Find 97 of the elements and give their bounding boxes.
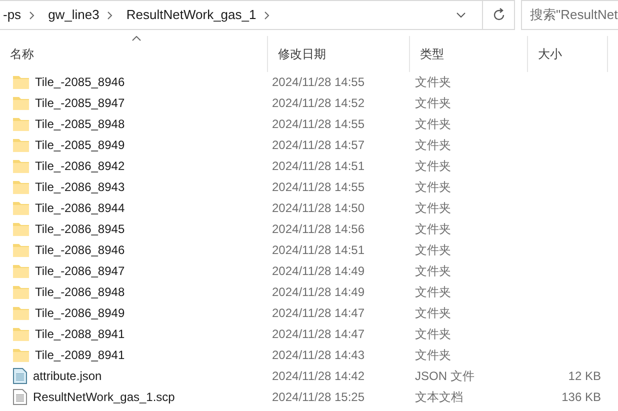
folder-icon [13,200,29,214]
modified-date: 2024/11/28 14:57 [271,136,366,154]
file-name: Tile_-2086_8946 [35,242,125,258]
file-row[interactable]: attribute.json 2024/11/28 14:42 JSON 文件 12 KB [0,365,618,386]
file-name: Tile_-2085_8946 [35,74,125,90]
modified-date: 2024/11/28 14:42 [271,368,366,384]
file-row[interactable]: Tile_-2086_8946 2024/11/28 14:51 文件夹 [0,239,618,260]
file-type: 文件夹 [414,136,452,154]
file-name: Tile_-2086_8942 [35,158,125,174]
file-name: Tile_-2088_8941 [35,326,125,342]
file-row[interactable]: ResultNetWork_gas_1.scp 2024/11/28 15:25 文本文档 136 KB [0,386,618,407]
modified-date: 2024/11/28 14:49 [271,284,366,300]
file-row[interactable]: Tile_-2088_8941 2024/11/28 14:47 文件夹 [0,323,618,344]
file-name: Tile_-2086_8945 [35,220,125,238]
modified-date: 2024/11/28 14:56 [271,220,366,238]
refresh-icon [492,8,506,22]
folder-icon [13,306,29,320]
folder-icon [13,284,29,298]
folder-icon [13,222,29,236]
modified-date: 2024/11/28 14:55 [271,178,366,196]
file-row[interactable]: Tile_-2085_8949 2024/11/28 14:57 文件夹 [0,134,618,155]
file-type: 文件夹 [414,304,452,322]
column-header[interactable]: 大小 [528,36,608,72]
search-field[interactable]: 搜索"ResultNet [521,0,618,30]
file-row[interactable]: Tile_-2089_8941 2024/11/28 14:43 文件夹 [0,344,618,365]
file-row[interactable]: Tile_-2086_8947 2024/11/28 14:49 文件夹 [0,260,618,281]
modified-date: 2024/11/28 14:55 [271,74,366,90]
breadcrumb[interactable]: ResultNetWork_gas_1 [123,5,264,25]
modified-date: 2024/11/28 14:50 [271,200,366,216]
chevron-down-icon[interactable] [456,12,466,18]
file-type: JSON 文件 [414,368,476,384]
file-type: 文件夹 [414,116,452,132]
modified-date: 2024/11/28 14:43 [271,346,366,364]
file-row[interactable]: Tile_-2086_8949 2024/11/28 14:47 文件夹 [0,302,618,323]
file-row[interactable]: Tile_-2086_8942 2024/11/28 14:51 文件夹 [0,155,618,176]
file-row[interactable]: Tile_-2085_8947 2024/11/28 14:52 文件夹 [0,92,618,113]
folder-icon [13,264,29,278]
breadcrumb[interactable]: gw_line3 [45,5,108,25]
document-icon [13,388,27,404]
chevron-right-icon [107,10,114,20]
refresh-button[interactable] [483,0,515,30]
chevron-right-icon [264,10,270,20]
file-name: Tile_-2089_8941 [35,346,125,364]
column-header[interactable]: 名称 [0,36,268,72]
folder-icon [13,348,29,362]
file-type: 文件夹 [414,74,452,90]
file-type: 文件夹 [414,262,452,280]
file-type: 文本文档 [414,388,464,406]
file-row[interactable]: Tile_-2086_8944 2024/11/28 14:50 文件夹 [0,197,618,218]
file-name: Tile_-2086_8944 [35,200,125,216]
file-type: 文件夹 [414,346,452,364]
document-icon [13,368,27,384]
modified-date: 2024/11/28 14:51 [271,242,366,258]
folder-icon [13,138,29,152]
file-type: 文件夹 [414,326,452,342]
file-type: 文件夹 [414,178,452,196]
breadcrumb[interactable]: -ps [0,5,30,25]
folder-icon [13,158,29,172]
file-name: Tile_-2086_8948 [35,284,125,300]
modified-date: 2024/11/28 14:52 [271,94,366,112]
folder-icon [13,74,29,88]
file-type: 文件夹 [414,242,452,258]
chevron-right-icon [29,10,36,20]
file-name: Tile_-2086_8943 [35,178,125,196]
file-row[interactable]: Tile_-2085_8946 2024/11/28 14:55 文件夹 [0,71,618,92]
file-type: 文件夹 [414,158,452,174]
address-bar[interactable]: -ps gw_line3 ResultNetWork_gas_1 [0,0,483,30]
file-name: attribute.json [33,368,102,384]
folder-icon [13,326,29,340]
folder-icon [13,180,29,194]
modified-date: 2024/11/28 14:55 [271,116,366,132]
file-row[interactable]: Tile_-2086_8945 2024/11/28 14:56 文件夹 [0,218,618,239]
file-size: 12 KB [568,368,601,384]
file-type: 文件夹 [414,94,452,112]
folder-icon [13,96,29,110]
file-name: ResultNetWork_gas_1.scp [33,388,175,406]
file-name: Tile_-2086_8947 [35,262,125,280]
file-name: Tile_-2085_8949 [35,136,125,154]
file-row[interactable]: Tile_-2085_8948 2024/11/28 14:55 文件夹 [0,113,618,134]
modified-date: 2024/11/28 15:25 [271,388,366,406]
file-type: 文件夹 [414,220,452,238]
file-row[interactable]: Tile_-2086_8948 2024/11/28 14:49 文件夹 [0,281,618,302]
column-header[interactable]: 修改日期 [268,36,410,72]
file-name: Tile_-2085_8948 [35,116,125,132]
modified-date: 2024/11/28 14:51 [271,158,366,174]
modified-date: 2024/11/28 14:47 [271,326,366,342]
column-header[interactable]: 类型 [410,36,528,72]
folder-icon [13,116,29,130]
file-name: Tile_-2086_8949 [35,304,125,322]
folder-icon [13,242,29,256]
modified-date: 2024/11/28 14:47 [271,304,366,322]
file-name: Tile_-2085_8947 [35,94,125,112]
modified-date: 2024/11/28 14:49 [271,262,366,280]
file-type: 文件夹 [414,284,452,300]
file-row[interactable]: Tile_-2086_8943 2024/11/28 14:55 文件夹 [0,176,618,197]
file-type: 文件夹 [414,200,452,216]
file-size: 136 KB [562,388,601,406]
